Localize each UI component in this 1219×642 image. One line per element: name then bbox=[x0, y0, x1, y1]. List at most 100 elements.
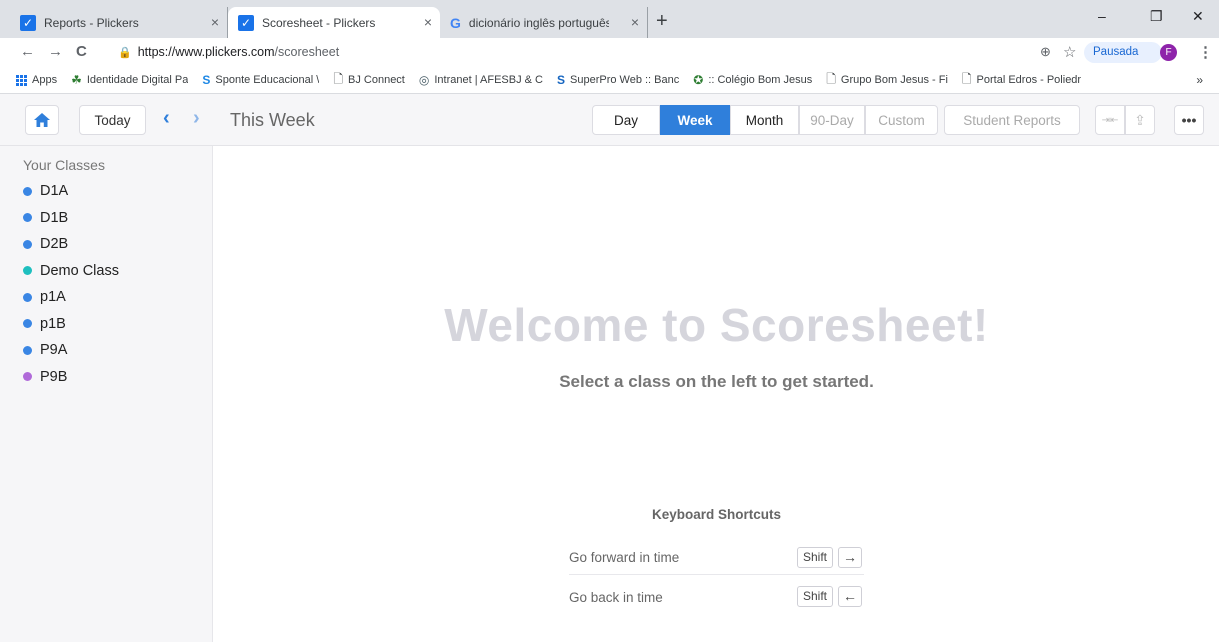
more-options-icon[interactable]: ••• bbox=[1174, 105, 1204, 135]
bookmarks-overflow-icon[interactable]: » bbox=[1196, 73, 1203, 87]
zoom-icon[interactable]: ⊕ bbox=[1040, 44, 1051, 60]
bookmark-grupo-bom-jesus[interactable]: 🗋 Grupo Bom Jesus - Fi bbox=[826, 70, 948, 91]
lock-icon: 🔒 bbox=[118, 47, 132, 59]
date-range-title: This Week bbox=[230, 110, 315, 130]
class-name-label: p1B bbox=[40, 315, 66, 332]
bookmark-star-icon[interactable]: ☆ bbox=[1063, 43, 1076, 61]
right-arrow-key-icon: → bbox=[838, 547, 862, 568]
bookmark-colegio-bom-jesus[interactable]: ✪ :: Colégio Bom Jesus bbox=[693, 73, 812, 87]
tab-title: dicionário inglês português - Pes bbox=[468, 15, 609, 30]
shift-key: Shift bbox=[796, 547, 833, 568]
shortcut-row-forward: Go forward in time Shift → bbox=[569, 541, 864, 575]
sidebar-class-item[interactable]: D1A bbox=[23, 183, 68, 199]
view-custom-tab[interactable]: Custom bbox=[865, 105, 938, 135]
restore-window-icon[interactable]: ❐ bbox=[1150, 8, 1163, 25]
class-color-dot-icon bbox=[23, 345, 32, 355]
new-tab-button[interactable]: + bbox=[656, 10, 668, 33]
sidebar-class-item[interactable]: P9B bbox=[23, 369, 67, 385]
profile-avatar[interactable]: F bbox=[1160, 44, 1177, 61]
close-tab-icon[interactable]: × bbox=[211, 14, 219, 30]
intranet-logo-icon: ◎ bbox=[418, 73, 430, 87]
reload-icon[interactable]: C bbox=[76, 43, 87, 60]
left-arrow-key-icon: ← bbox=[838, 586, 862, 607]
class-color-dot-icon bbox=[23, 186, 32, 196]
class-color-dot-icon bbox=[23, 213, 32, 222]
compress-columns-icon[interactable]: ⇥⇤ bbox=[1095, 105, 1125, 135]
profile-status-button[interactable]: Pausada bbox=[1084, 42, 1163, 63]
bookmarks-bar: Apps ☘ Identidade Digital Pa S Sponte Ed… bbox=[0, 67, 1219, 94]
browser-tab-strip: ✓ Reports - Plickers × ✓ Scoresheet - Pl… bbox=[0, 0, 1219, 38]
export-icon[interactable]: ⇪ bbox=[1125, 105, 1155, 135]
class-name-label: Demo Class bbox=[40, 262, 119, 279]
sidebar-class-item[interactable]: P9A bbox=[23, 342, 67, 358]
welcome-subtitle: Select a class on the left to get starte… bbox=[559, 372, 874, 391]
shift-key: Shift bbox=[796, 586, 833, 607]
minimize-window-icon[interactable]: – bbox=[1098, 8, 1106, 24]
shortcut-label: Go back in time bbox=[569, 589, 663, 605]
class-name-label: D1A bbox=[40, 183, 69, 199]
today-button[interactable]: Today bbox=[79, 105, 146, 135]
forward-icon[interactable]: → bbox=[48, 43, 63, 60]
class-name-label: p1A bbox=[40, 289, 66, 305]
your-classes-heading: Your Classes bbox=[23, 157, 105, 173]
bookmark-intranet[interactable]: ◎ Intranet | AFESBJ & C bbox=[419, 73, 543, 87]
bookmark-superpro[interactable]: S SuperPro Web :: Banc bbox=[557, 73, 679, 87]
sidebar-class-item[interactable]: Demo Class bbox=[23, 263, 119, 279]
close-window-icon[interactable]: ✕ bbox=[1192, 8, 1204, 25]
class-color-dot-icon bbox=[23, 266, 32, 275]
home-button[interactable] bbox=[25, 105, 59, 135]
previous-period-button[interactable]: ‹ bbox=[163, 107, 170, 130]
leaf-icon: ☘ bbox=[71, 73, 82, 87]
url-host: https://www.plickers.com bbox=[137, 45, 275, 59]
sidebar-class-item[interactable]: p1A bbox=[23, 289, 66, 305]
sidebar-class-item[interactable]: D1B bbox=[23, 210, 68, 226]
browser-tab-reports[interactable]: ✓ Reports - Plickers × bbox=[10, 7, 228, 38]
close-tab-icon[interactable]: × bbox=[631, 14, 639, 30]
url-path: /scoresheet bbox=[274, 45, 340, 59]
class-color-dot-icon bbox=[23, 372, 32, 381]
bookmark-identidade-digital[interactable]: ☘ Identidade Digital Pa bbox=[71, 73, 188, 87]
page-icon: 🗋 bbox=[826, 71, 836, 86]
bookmark-portal-edros[interactable]: 🗋 Portal Edros - Poliedr bbox=[962, 70, 1081, 91]
bom-jesus-logo-icon: ✪ bbox=[693, 73, 704, 87]
superpro-logo-icon: S bbox=[556, 73, 565, 87]
class-name-label: D2B bbox=[40, 236, 69, 252]
welcome-heading: Welcome to Scoresheet! bbox=[444, 299, 989, 351]
class-name-label: P9B bbox=[40, 368, 68, 385]
class-name-label: D1B bbox=[40, 209, 69, 226]
class-color-dot-icon bbox=[23, 239, 32, 249]
page-icon: 🗋 bbox=[961, 71, 972, 86]
view-90-day-tab[interactable]: 90-Day bbox=[799, 105, 865, 135]
view-day-tab[interactable]: Day bbox=[592, 105, 660, 135]
home-icon bbox=[34, 113, 50, 127]
bookmark-bj-connect[interactable]: 🗋 BJ Connect bbox=[333, 70, 405, 91]
browser-tab-dicionario[interactable]: G dicionário inglês português - Pes × bbox=[440, 7, 648, 38]
plickers-check-icon: ✓ bbox=[20, 14, 36, 31]
chrome-menu-icon[interactable]: ⋮ bbox=[1198, 43, 1213, 61]
view-week-tab[interactable]: Week bbox=[660, 105, 730, 135]
student-reports-button[interactable]: Student Reports bbox=[944, 105, 1080, 135]
bookmark-apps[interactable]: Apps bbox=[16, 74, 57, 86]
browser-tab-scoresheet[interactable]: ✓ Scoresheet - Plickers × bbox=[228, 7, 440, 38]
page-icon: 🗋 bbox=[333, 71, 343, 86]
shortcut-label: Go forward in time bbox=[569, 550, 680, 565]
close-tab-icon[interactable]: × bbox=[424, 14, 432, 30]
next-period-button[interactable]: › bbox=[193, 107, 200, 130]
keyboard-shortcuts-title: Keyboard Shortcuts bbox=[651, 507, 782, 522]
sidebar-class-item[interactable]: D2B bbox=[23, 236, 68, 252]
class-color-dot-icon bbox=[23, 319, 32, 328]
view-month-tab[interactable]: Month bbox=[730, 105, 799, 135]
address-bar-row: ← → C 🔒 https://www.plickers.com/scoreshe… bbox=[0, 38, 1219, 67]
tab-title: Reports - Plickers bbox=[44, 15, 139, 30]
back-icon[interactable]: ← bbox=[20, 43, 35, 60]
apps-grid-icon bbox=[16, 74, 27, 86]
google-g-icon: G bbox=[450, 14, 461, 31]
plickers-check-icon: ✓ bbox=[238, 14, 254, 31]
tab-title: Scoresheet - Plickers bbox=[262, 15, 376, 30]
sidebar-class-item[interactable]: p1B bbox=[23, 316, 66, 332]
class-color-dot-icon bbox=[23, 292, 32, 302]
sponte-logo-icon: S bbox=[202, 73, 211, 87]
shortcut-row-back: Go back in time Shift ← bbox=[569, 580, 864, 614]
class-name-label: P9A bbox=[40, 342, 68, 358]
bookmark-sponte[interactable]: S Sponte Educacional \ bbox=[202, 73, 319, 87]
